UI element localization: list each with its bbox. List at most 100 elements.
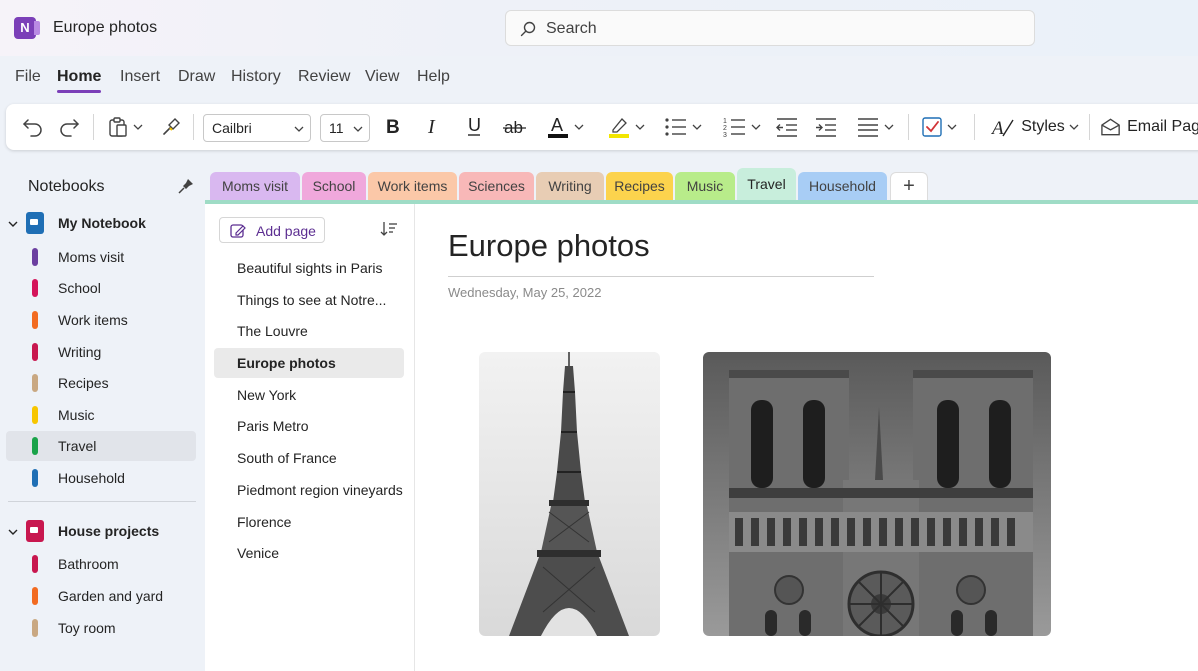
paste-button[interactable] bbox=[104, 112, 146, 142]
notebook-my-notebook[interactable]: My Notebook bbox=[6, 208, 196, 238]
add-section-button[interactable]: + bbox=[890, 172, 928, 200]
section-household[interactable]: Household bbox=[6, 463, 196, 493]
page-item[interactable]: Beautiful sights in Paris bbox=[214, 253, 404, 283]
section-color-bar bbox=[32, 619, 38, 637]
font-name-dropdown[interactable]: Cailbri bbox=[203, 114, 311, 142]
page-item-label: Beautiful sights in Paris bbox=[237, 260, 383, 276]
align-button[interactable] bbox=[850, 112, 900, 142]
page-title[interactable]: Europe photos bbox=[448, 228, 650, 264]
chevron-down-icon bbox=[635, 124, 645, 130]
section-travel[interactable]: Travel bbox=[6, 431, 196, 461]
section-music[interactable]: Music bbox=[6, 400, 196, 430]
notebook-label: My Notebook bbox=[58, 215, 146, 231]
bullets-button[interactable] bbox=[658, 112, 708, 142]
page-item[interactable]: South of France bbox=[214, 443, 404, 473]
notre-dame-image bbox=[703, 352, 1051, 636]
svg-text:I: I bbox=[427, 117, 436, 137]
section-school[interactable]: School bbox=[6, 273, 196, 303]
section-color-bar bbox=[32, 437, 38, 455]
page-item-selected[interactable]: Europe photos bbox=[214, 348, 404, 378]
section-label: Garden and yard bbox=[58, 588, 164, 604]
chevron-down-icon[interactable] bbox=[8, 527, 18, 537]
font-name-value: Cailbri bbox=[212, 120, 252, 136]
menu-help[interactable]: Help bbox=[417, 68, 450, 86]
toolbar-separator bbox=[93, 114, 94, 140]
tab-moms-visit[interactable]: Moms visit bbox=[210, 172, 300, 200]
menu-view[interactable]: View bbox=[365, 68, 399, 86]
email-page-button[interactable]: Email Pag bbox=[1100, 112, 1198, 142]
page-canvas[interactable]: Europe photos Wednesday, May 25, 2022 bbox=[415, 204, 1198, 671]
tab-work-items[interactable]: Work items bbox=[368, 172, 457, 200]
tab-travel[interactable]: Travel bbox=[737, 168, 796, 200]
format-painter-button[interactable] bbox=[156, 112, 186, 142]
tab-writing[interactable]: Writing bbox=[536, 172, 604, 200]
numbering-button[interactable]: 123 bbox=[717, 112, 767, 142]
section-work-items[interactable]: Work items bbox=[6, 305, 196, 335]
undo-button[interactable] bbox=[18, 112, 48, 142]
sort-icon[interactable] bbox=[380, 220, 398, 238]
svg-text:A: A bbox=[551, 115, 563, 135]
styles-button[interactable]: A Styles bbox=[990, 112, 1080, 142]
section-writing[interactable]: Writing bbox=[6, 337, 196, 367]
notebook-label: House projects bbox=[58, 523, 160, 539]
notre-dame-photo[interactable] bbox=[703, 352, 1051, 636]
font-size-dropdown[interactable]: 11 bbox=[320, 114, 370, 142]
font-color-icon: A bbox=[548, 115, 568, 138]
menu-review[interactable]: Review bbox=[298, 68, 350, 86]
highlight-button[interactable] bbox=[601, 112, 651, 142]
section-moms-visit[interactable]: Moms visit bbox=[6, 242, 196, 272]
underline-button[interactable]: U bbox=[459, 112, 489, 142]
bold-button[interactable]: B bbox=[378, 112, 408, 142]
search-input[interactable] bbox=[546, 18, 1016, 40]
tab-recipes[interactable]: Recipes bbox=[606, 172, 673, 200]
page-item[interactable]: Things to see at Notre... bbox=[214, 285, 404, 315]
menu-home[interactable]: Home bbox=[57, 68, 102, 93]
section-toy-room[interactable]: Toy room bbox=[6, 613, 196, 643]
tab-sciences[interactable]: Sciences bbox=[459, 172, 534, 200]
add-page-button[interactable]: Add page bbox=[219, 217, 325, 243]
svg-text:2: 2 bbox=[723, 125, 727, 132]
menu-file[interactable]: File bbox=[15, 68, 41, 86]
chevron-down-icon[interactable] bbox=[8, 219, 18, 229]
onenote-icon[interactable]: N bbox=[14, 17, 40, 39]
tab-music[interactable]: Music bbox=[675, 172, 735, 200]
section-color-bar bbox=[32, 406, 38, 424]
underline-icon: U bbox=[468, 116, 481, 136]
menu-insert[interactable]: Insert bbox=[120, 68, 160, 86]
notebook-house-projects[interactable]: House projects bbox=[6, 516, 196, 546]
page-item[interactable]: Florence bbox=[214, 507, 404, 537]
email-page-label: Email Pag bbox=[1127, 118, 1198, 135]
page-item[interactable]: Paris Metro bbox=[214, 411, 404, 441]
tab-household[interactable]: Household bbox=[798, 172, 887, 200]
search-icon bbox=[520, 21, 536, 37]
italic-button[interactable]: I bbox=[418, 112, 448, 142]
tab-school[interactable]: School bbox=[302, 172, 366, 200]
section-garden-and-yard[interactable]: Garden and yard bbox=[6, 581, 196, 611]
redo-button[interactable] bbox=[54, 112, 84, 142]
window-title: Europe photos bbox=[53, 19, 158, 36]
page-item[interactable]: The Louvre bbox=[214, 316, 404, 346]
toolbar-separator bbox=[1089, 114, 1090, 140]
styles-icon: A bbox=[991, 118, 1014, 138]
ribbon-toolbar: Cailbri 11 B I U ab A 123 A Styles Email… bbox=[6, 104, 1198, 150]
bold-icon: B bbox=[386, 117, 400, 137]
section-recipes[interactable]: Recipes bbox=[6, 368, 196, 398]
page-item[interactable]: New York bbox=[214, 380, 404, 410]
pin-icon[interactable] bbox=[178, 178, 194, 194]
menu-draw[interactable]: Draw bbox=[178, 68, 215, 86]
font-color-button[interactable]: A bbox=[540, 112, 590, 142]
eiffel-tower-photo[interactable] bbox=[479, 352, 660, 636]
page-item-label: The Louvre bbox=[237, 323, 308, 339]
increase-indent-button[interactable] bbox=[811, 112, 841, 142]
search-box[interactable] bbox=[505, 10, 1035, 46]
section-bathroom[interactable]: Bathroom bbox=[6, 549, 196, 579]
chevron-down-icon bbox=[574, 124, 584, 130]
menu-history[interactable]: History bbox=[231, 68, 281, 86]
todo-tag-button[interactable] bbox=[914, 112, 964, 142]
bullet-list-icon bbox=[665, 118, 686, 136]
notebook-icon bbox=[26, 520, 44, 542]
strikethrough-button[interactable]: ab bbox=[500, 112, 530, 142]
page-item[interactable]: Piedmont region vineyards bbox=[214, 475, 404, 505]
page-item[interactable]: Venice bbox=[214, 538, 404, 568]
decrease-indent-button[interactable] bbox=[772, 112, 802, 142]
